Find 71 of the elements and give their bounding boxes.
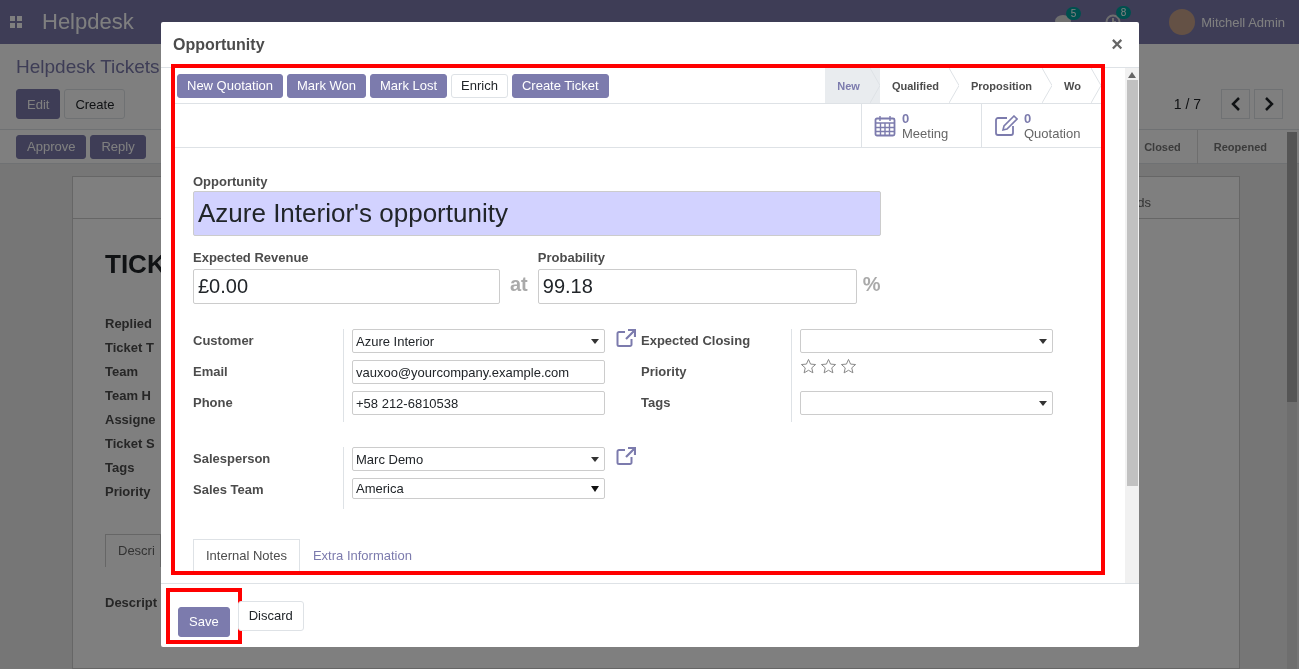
pager-value: 1 / 7 xyxy=(1173,96,1201,112)
name-field[interactable]: Azure Interior's opportunity xyxy=(193,191,881,236)
field-label: Opportunity xyxy=(193,174,269,189)
dialog-button[interactable]: Save xyxy=(178,606,230,637)
dropdown-field[interactable]: Azure Interior xyxy=(352,329,605,353)
action-button[interactable]: New Quotation xyxy=(177,73,283,98)
field-label: Replied xyxy=(105,315,152,333)
field-label: Tags xyxy=(105,459,135,477)
field-label: Customer xyxy=(193,332,255,350)
external-link-icon xyxy=(616,329,636,347)
star-icon[interactable] xyxy=(840,358,857,375)
action-button[interactable]: Mark Lost xyxy=(370,73,448,98)
action-button[interactable]: Create Ticket xyxy=(511,73,609,98)
action-button[interactable]: Mark Won xyxy=(287,73,366,98)
action-button[interactable]: Enrich xyxy=(451,73,508,98)
at-label: at xyxy=(510,273,528,296)
field-label: Priority xyxy=(105,483,151,501)
close-button[interactable]: × xyxy=(1107,33,1127,56)
ticket-title: TICK xyxy=(105,249,166,280)
field-label: Team H xyxy=(105,387,151,405)
text-field[interactable]: +58 212-6810538 xyxy=(352,391,605,415)
field-label: Priority xyxy=(641,363,688,381)
toolbar-button[interactable]: Create xyxy=(64,89,126,119)
dialog-title: Opportunity xyxy=(173,35,265,54)
field-label: Probability xyxy=(537,250,606,265)
external-link-button[interactable] xyxy=(616,447,636,465)
revenue-field[interactable]: £0.00 xyxy=(193,269,500,304)
page-scrollbar[interactable] xyxy=(1287,132,1297,669)
dropdown-field[interactable]: Marc Demo xyxy=(352,447,605,471)
edit-icon xyxy=(994,114,1018,137)
app-title: Helpdesk xyxy=(42,9,134,35)
field-label: Sales Team xyxy=(193,481,265,499)
caret-icon xyxy=(591,486,599,492)
percent-sign: % xyxy=(862,273,881,296)
field-label: Salesperson xyxy=(193,450,272,468)
dropdown-field[interactable] xyxy=(800,329,1053,353)
external-link-icon xyxy=(616,447,636,465)
field-label: Assigne xyxy=(105,411,156,429)
scroll-up-icon[interactable] xyxy=(1128,72,1136,78)
stage-step[interactable]: New xyxy=(825,68,880,103)
field-label: Tags xyxy=(641,394,672,412)
field-label: Team xyxy=(105,363,138,381)
next-button[interactable] xyxy=(1254,89,1283,119)
previous-button[interactable] xyxy=(1221,89,1250,119)
calendar-icon xyxy=(874,114,896,137)
text-field[interactable]: vauxoo@yourcompany.example.com xyxy=(352,360,605,384)
caret-icon xyxy=(591,456,599,462)
star-icon[interactable] xyxy=(820,358,837,375)
select-field[interactable]: America xyxy=(352,478,605,499)
field-label: Email xyxy=(193,363,229,381)
caret-icon xyxy=(1039,338,1047,344)
caret-icon xyxy=(591,338,599,344)
notification-badge: 5 xyxy=(1065,7,1082,20)
apps-grid-icon[interactable] xyxy=(10,16,22,28)
field-label: Phone xyxy=(193,394,234,412)
field-label: Expected Revenue xyxy=(193,250,310,265)
dialog-scrollbar[interactable] xyxy=(1125,68,1139,583)
notebook-tab[interactable]: Internal Notes xyxy=(193,539,300,571)
chevron-right-icon xyxy=(1263,97,1274,111)
external-link-button[interactable] xyxy=(616,329,636,347)
star-icon[interactable] xyxy=(800,358,817,375)
notification-badge: 8 xyxy=(1115,6,1132,19)
dialog-button[interactable]: Discard xyxy=(237,600,304,631)
dropdown-field[interactable] xyxy=(800,391,1053,415)
field-label: Descript xyxy=(105,595,158,610)
field-label: Ticket T xyxy=(105,339,154,357)
probability-field[interactable]: 99.18 xyxy=(537,269,857,304)
field-label: Ticket S xyxy=(105,435,155,453)
caret-icon xyxy=(1039,400,1047,406)
chevron-left-icon xyxy=(1230,97,1241,111)
field-label: Expected Closing xyxy=(641,332,752,350)
